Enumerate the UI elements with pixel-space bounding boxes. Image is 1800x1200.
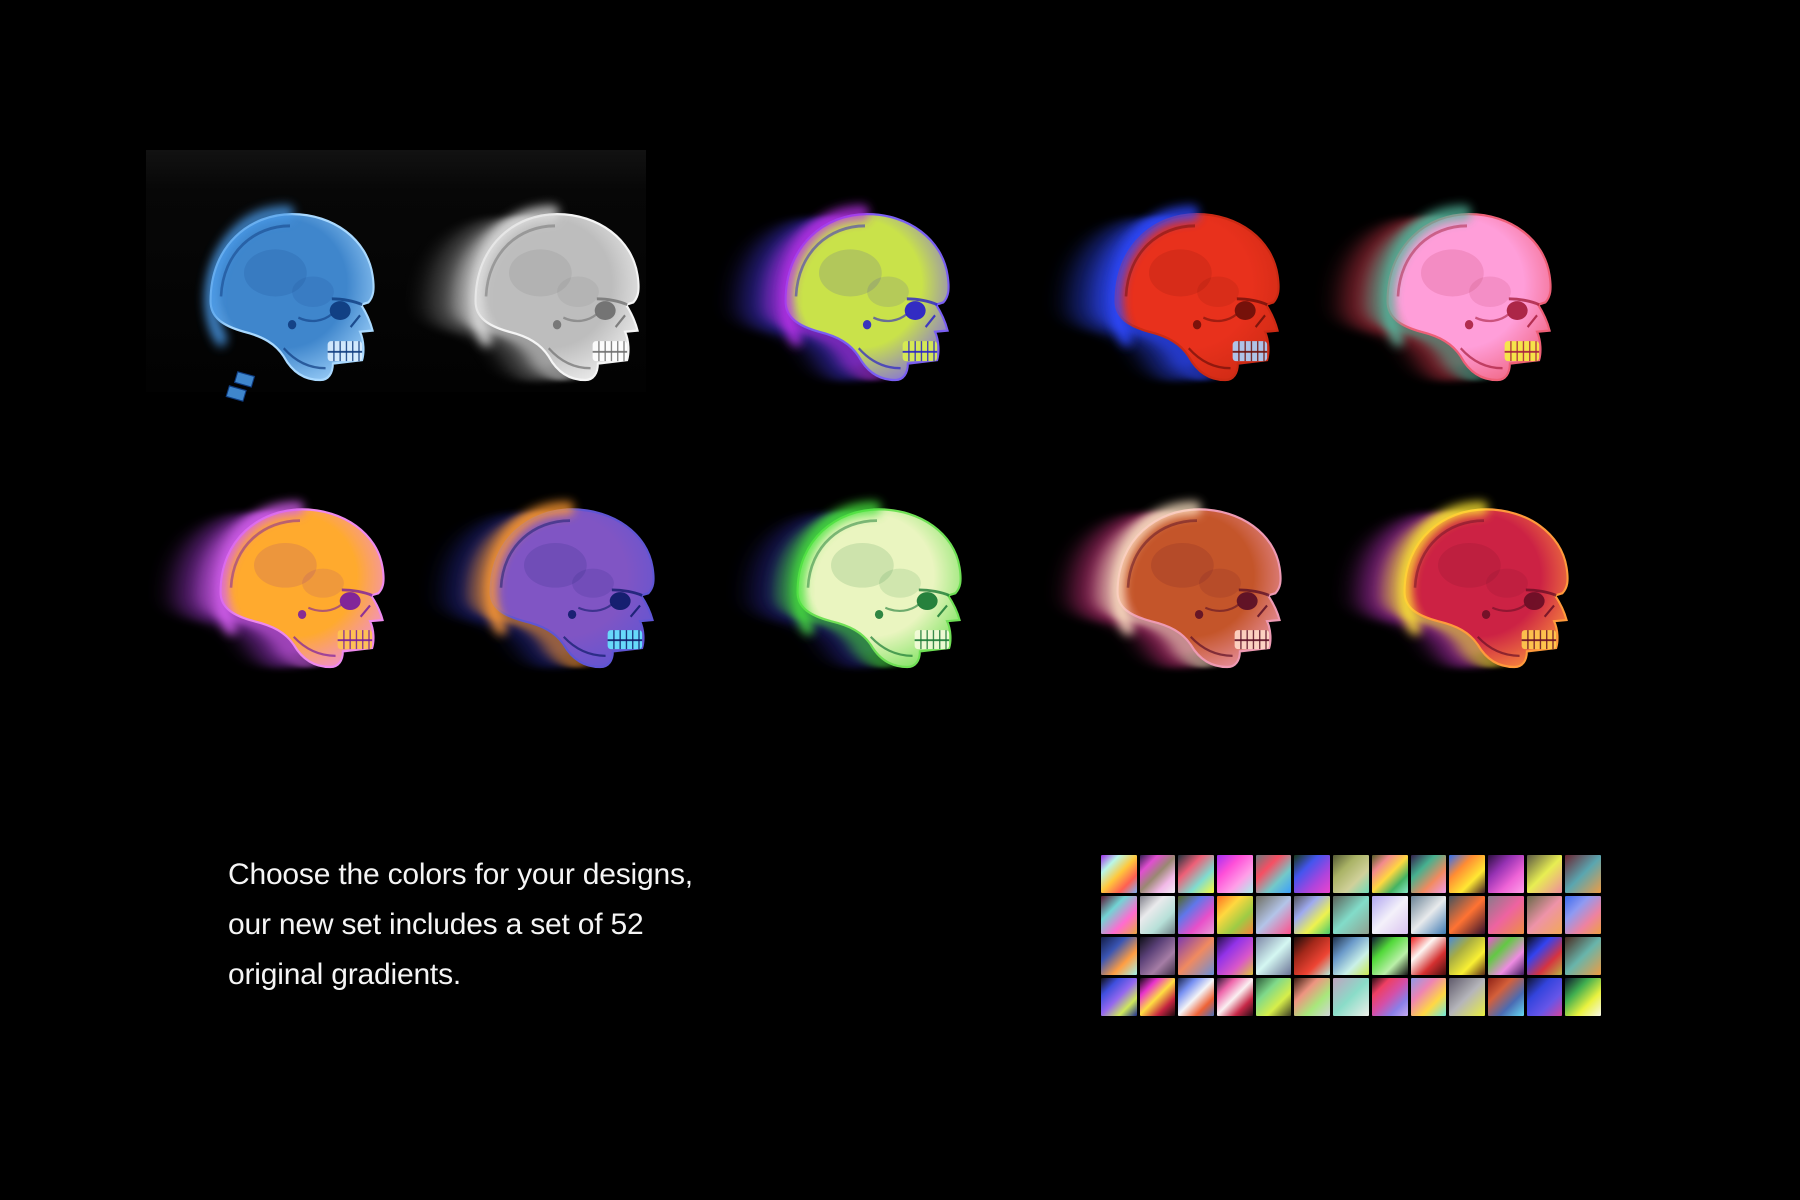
xray-skull-image (1352, 200, 1582, 400)
gradient-swatch (1488, 937, 1524, 975)
caption-line: our new set includes a set of 52 (228, 900, 768, 950)
gradient-swatch (1372, 978, 1408, 1016)
gradient-swatch (1217, 937, 1253, 975)
gradient-swatch (1217, 896, 1253, 934)
gradient-swatch (1449, 896, 1485, 934)
gradient-swatch (1527, 855, 1563, 893)
skull-tile-3 (750, 200, 980, 400)
gradient-swatch (1140, 937, 1176, 975)
gradient-swatch (1256, 896, 1292, 934)
gradient-swatch (1449, 937, 1485, 975)
caption: Choose the colors for your designs, our … (228, 850, 768, 1000)
xray-skull-image (185, 496, 415, 686)
xray-skull-image (762, 496, 992, 686)
skull-tile-4 (1080, 200, 1310, 400)
gradient-swatch (1178, 978, 1214, 1016)
xray-skull-image (175, 200, 405, 400)
gradient-swatch (1256, 978, 1292, 1016)
gradient-swatch (1217, 855, 1253, 893)
gradient-swatch (1527, 937, 1563, 975)
gradient-swatch (1565, 855, 1601, 893)
gradient-swatch (1333, 937, 1369, 975)
promo-canvas: Choose the colors for your designs, our … (0, 0, 1800, 1200)
gradient-swatch (1101, 978, 1137, 1016)
xray-skull-image (455, 496, 685, 686)
gradient-swatch (1488, 855, 1524, 893)
gradient-swatch (1140, 978, 1176, 1016)
gradient-swatch (1488, 896, 1524, 934)
gradient-swatch (1411, 855, 1447, 893)
gradient-swatch (1101, 937, 1137, 975)
gradient-swatch (1565, 896, 1601, 934)
skull-tile-1 (175, 200, 405, 400)
caption-line: original gradients. (228, 950, 768, 1000)
xray-skull-image (750, 200, 980, 400)
gradient-swatch (1449, 855, 1485, 893)
gradient-swatch (1178, 937, 1214, 975)
gradient-swatch (1527, 978, 1563, 1016)
gradient-swatch (1217, 978, 1253, 1016)
gradient-swatch (1372, 855, 1408, 893)
xray-skull-image (440, 200, 670, 400)
gradient-swatch (1333, 978, 1369, 1016)
gradient-swatch (1256, 855, 1292, 893)
gradient-swatch (1411, 978, 1447, 1016)
skull-tile-7 (455, 496, 685, 686)
gradient-swatch (1372, 937, 1408, 975)
gradient-swatch (1294, 896, 1330, 934)
gradient-swatch (1565, 937, 1601, 975)
gradient-swatch (1565, 978, 1601, 1016)
gradient-swatch (1527, 896, 1563, 934)
gradient-swatch (1140, 896, 1176, 934)
gradient-swatch (1488, 978, 1524, 1016)
skull-tile-8 (762, 496, 992, 686)
gradient-swatch (1294, 978, 1330, 1016)
skull-tile-5 (1352, 200, 1582, 400)
gradient-swatch (1411, 896, 1447, 934)
skull-tile-6 (185, 496, 415, 686)
gradient-swatch (1333, 896, 1369, 934)
gradient-swatch (1333, 855, 1369, 893)
gradient-swatch (1140, 855, 1176, 893)
gradient-swatch (1256, 937, 1292, 975)
gradient-swatch (1178, 855, 1214, 893)
gradient-swatch (1178, 896, 1214, 934)
gradient-swatch (1411, 937, 1447, 975)
gradient-swatch (1294, 937, 1330, 975)
xray-skull-image (1369, 496, 1599, 686)
skull-tile-10 (1369, 496, 1599, 686)
xray-skull-image (1080, 200, 1310, 400)
gradient-swatch (1101, 855, 1137, 893)
gradient-swatch-grid (1101, 855, 1601, 1016)
caption-line: Choose the colors for your designs, (228, 850, 768, 900)
skull-tile-9 (1082, 496, 1312, 686)
gradient-swatch (1372, 896, 1408, 934)
skull-tile-2 (440, 200, 670, 400)
gradient-swatch (1449, 978, 1485, 1016)
gradient-swatch (1294, 855, 1330, 893)
xray-skull-image (1082, 496, 1312, 686)
gradient-swatch (1101, 896, 1137, 934)
